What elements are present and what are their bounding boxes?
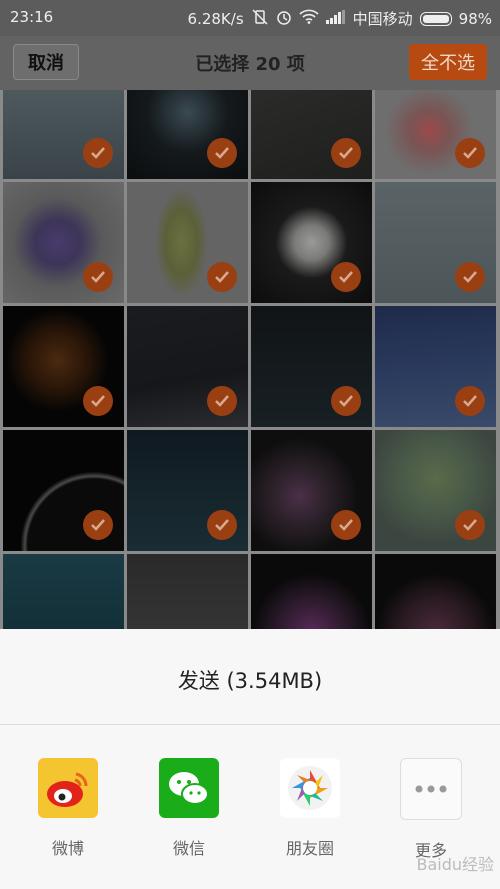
share-sheet: 发送 (3.54MB) 微博 微信 朋友圈 更多 Baidu经验 [0, 629, 500, 889]
check-icon [455, 138, 485, 168]
photo-thumbnail[interactable] [3, 554, 124, 630]
check-icon [455, 510, 485, 540]
wifi-icon [299, 9, 319, 28]
divider [0, 724, 500, 725]
check-icon [207, 510, 237, 540]
share-label: 微博 [51, 839, 84, 858]
share-label: 微信 [172, 839, 205, 858]
photo-thumbnail[interactable] [3, 182, 124, 303]
photo-thumbnail[interactable] [251, 182, 372, 303]
photo-thumbnail[interactable] [127, 554, 248, 630]
check-icon [207, 138, 237, 168]
share-label: 朋友圈 [285, 839, 334, 858]
alarm-icon [276, 9, 292, 29]
check-icon [83, 510, 113, 540]
check-icon [331, 138, 361, 168]
photo-grid [0, 90, 500, 630]
share-target-moments[interactable]: 朋友圈 [278, 758, 342, 859]
send-title: 发送 (3.54MB) [177, 669, 323, 693]
share-target-more[interactable]: 更多 [399, 758, 463, 861]
check-icon [207, 386, 237, 416]
battery-percent: 98% [458, 9, 492, 28]
battery-icon [419, 11, 452, 26]
vibrate-icon [251, 8, 269, 29]
photo-thumbnail[interactable] [251, 90, 372, 179]
photo-thumbnail[interactable] [127, 306, 248, 427]
carrier-name: 中国移动 [352, 10, 413, 28]
photo-thumbnail[interactable] [3, 90, 124, 179]
photo-thumbnail[interactable] [375, 430, 496, 551]
photo-thumbnail[interactable] [375, 182, 496, 303]
photo-thumbnail[interactable] [375, 306, 496, 427]
photo-thumbnail[interactable] [127, 182, 248, 303]
check-icon [83, 262, 113, 292]
check-icon [455, 386, 485, 416]
photo-thumbnail[interactable] [127, 430, 248, 551]
share-target-weibo[interactable]: 微博 [36, 758, 100, 859]
deselect-all-button[interactable]: 全不选 [409, 44, 487, 80]
check-icon [331, 510, 361, 540]
photo-thumbnail[interactable] [251, 306, 372, 427]
more-icon [400, 758, 462, 820]
photo-thumbnail[interactable] [375, 90, 496, 179]
check-icon [207, 262, 237, 292]
watermark: Baidu经验 [416, 855, 494, 874]
status-bar: 23:16 6.28K/s 中国移动 98% [0, 0, 500, 36]
selection-toolbar: 取消 已选择 20 项 全不选 [0, 36, 500, 90]
share-target-wechat[interactable]: 微信 [157, 758, 221, 859]
network-speed: 6.28K/s [187, 9, 244, 28]
moments-icon [280, 758, 340, 818]
photo-thumbnail[interactable] [127, 90, 248, 179]
wechat-icon [159, 758, 219, 818]
check-icon [331, 386, 361, 416]
check-icon [83, 386, 113, 416]
photo-thumbnail[interactable] [3, 430, 124, 551]
check-icon [83, 138, 113, 168]
photo-thumbnail[interactable] [375, 554, 496, 630]
status-indicators: 6.28K/s 中国移动 98% [188, 8, 492, 29]
weibo-icon [38, 758, 98, 818]
signal-icon [325, 9, 346, 28]
photo-thumbnail[interactable] [251, 554, 372, 630]
check-icon [331, 262, 361, 292]
check-icon [455, 262, 485, 292]
photo-thumbnail[interactable] [3, 306, 124, 427]
status-time: 23:16 [10, 8, 54, 26]
photo-thumbnail[interactable] [251, 430, 372, 551]
